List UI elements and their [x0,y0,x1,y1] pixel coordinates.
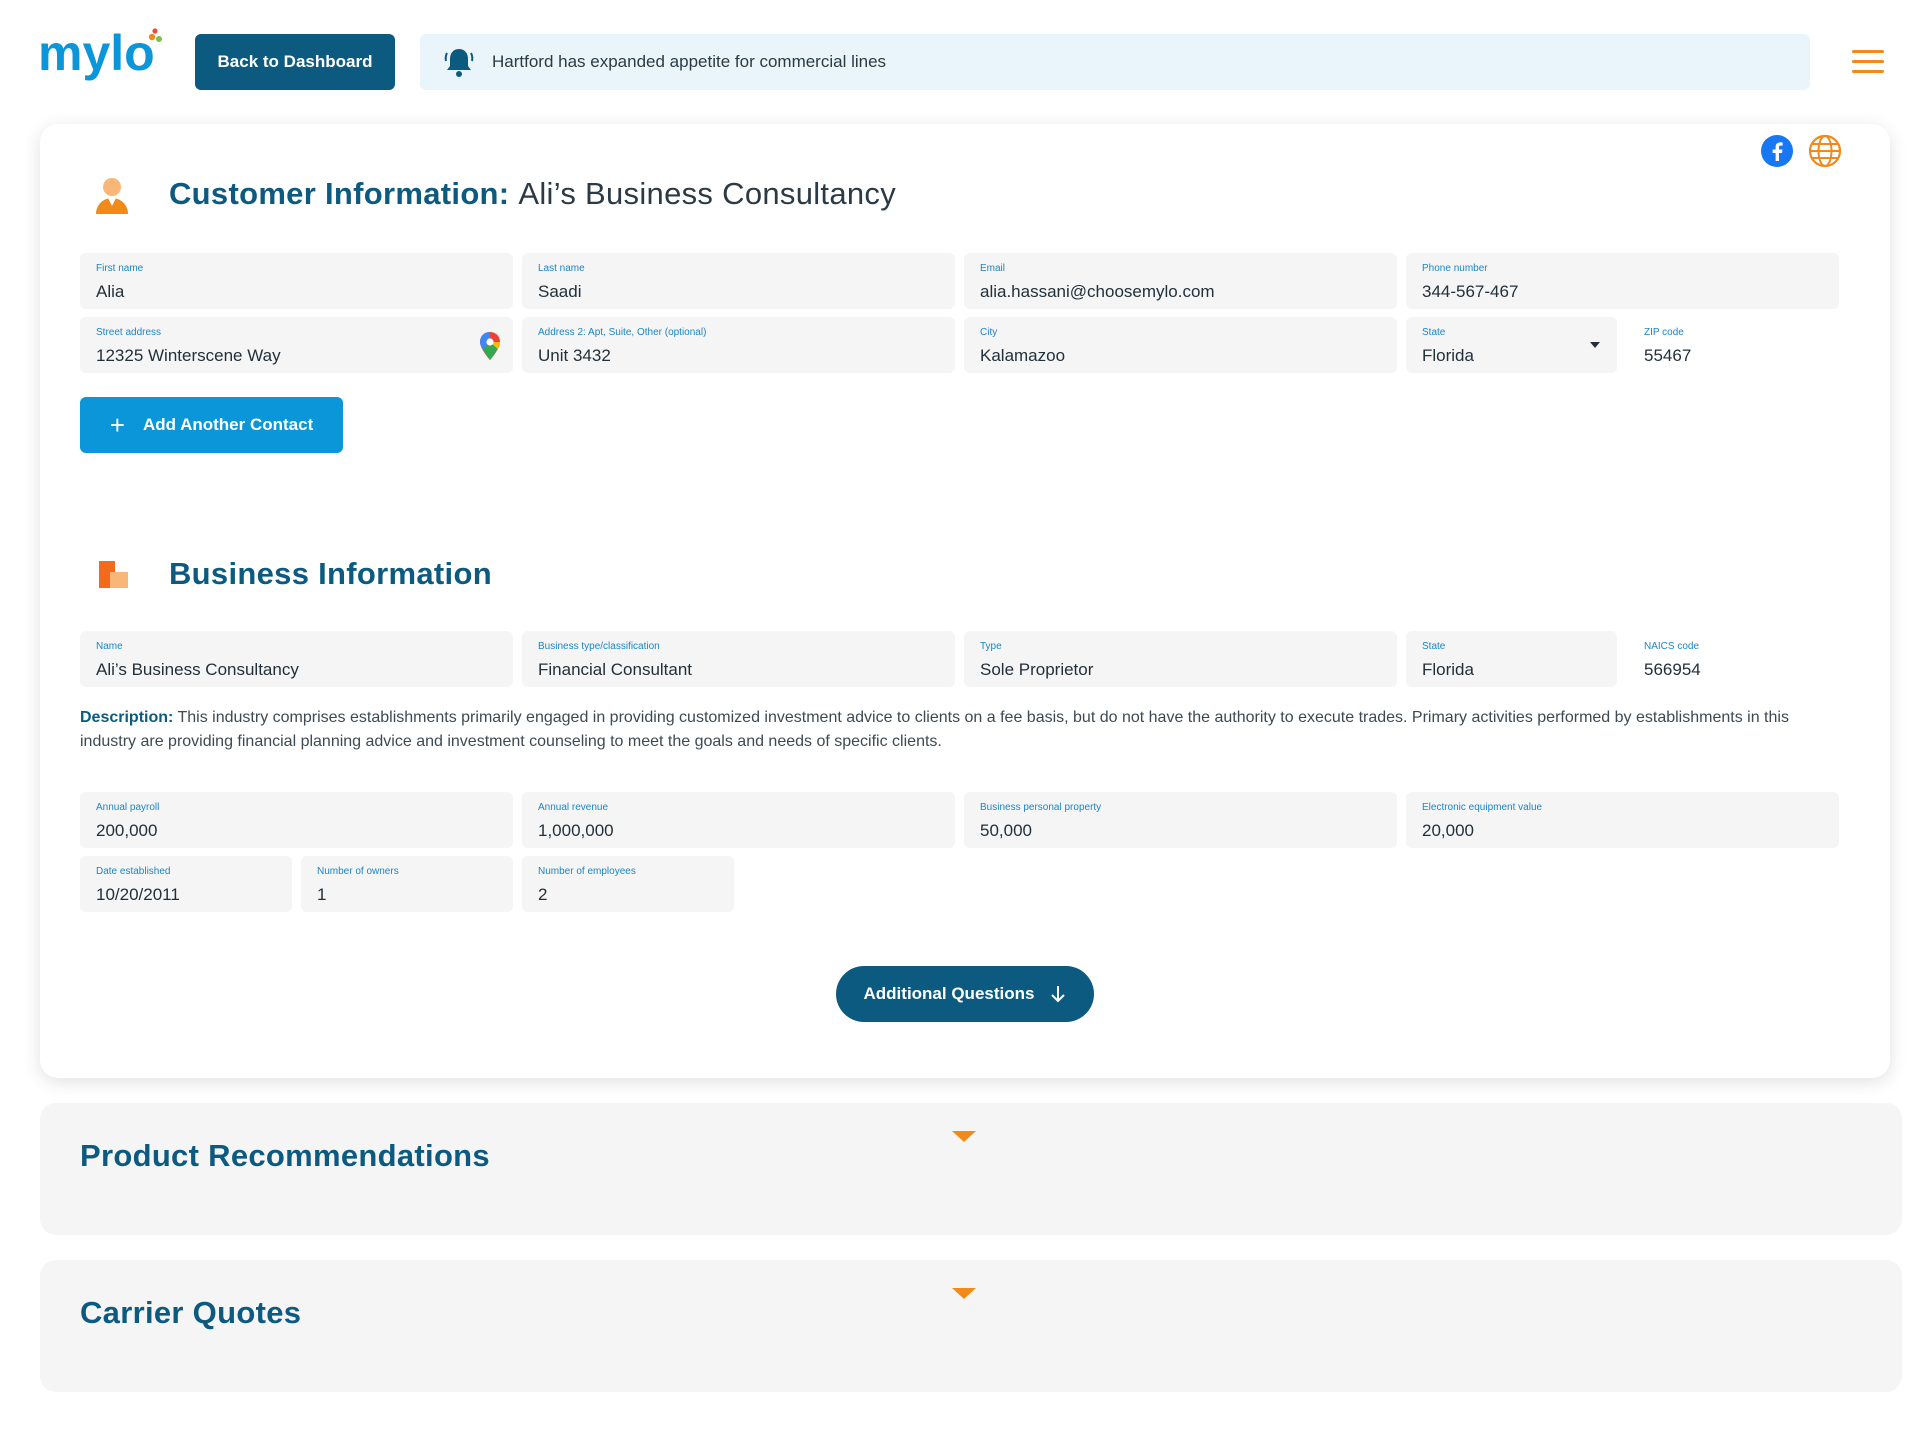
field-label: Email [980,263,1006,274]
electronic-equipment-field[interactable]: Electronic equipment value 20,000 [1406,792,1839,848]
banner-text: Hartford has expanded appetite for comme… [492,52,887,71]
field-label: Phone number [1422,263,1488,274]
field-value: 1 [317,885,327,904]
business-section-title: Business Information [169,556,492,591]
carrier-quotes-panel[interactable] [40,1260,1902,1392]
back-to-dashboard-button[interactable]: Back to Dashboard [195,34,395,90]
field-value: Sole Proprietor [980,660,1094,679]
menu-icon[interactable] [1852,50,1884,74]
field-value: 12325 Winterscene Way [96,346,281,365]
person-icon [96,178,128,214]
field-label: Business personal property [980,802,1102,813]
last-name-field[interactable]: Last name Saadi [522,253,955,309]
customer-title-name: Ali’s Business Consultancy [518,176,897,211]
product-recommendations-title: Product Recommendations [80,1138,490,1173]
caret-down-icon[interactable] [952,1131,976,1142]
annual-payroll-field[interactable]: Annual payroll 200,000 [80,792,513,848]
customer-section-title: Customer Information: Ali’s Business Con… [169,176,896,212]
field-label: Number of employees [538,866,636,877]
street-address-field[interactable]: Street address 12325 Winterscene Way [80,317,513,373]
field-value: 20,000 [1422,821,1474,840]
annual-revenue-field[interactable]: Annual revenue 1,000,000 [522,792,955,848]
field-label: ZIP code [1644,327,1684,338]
field-label: NAICS code [1644,641,1700,652]
phone-number-field[interactable]: Phone number 344-567-467 [1406,253,1839,309]
first-name-field[interactable]: First name Alia [80,253,513,309]
customer-title-label: Customer Information: [169,176,510,211]
logo-text: mylo [38,26,155,81]
description-text: This industry comprises establishments p… [80,709,1789,750]
plus-icon: + [109,410,125,440]
notification-banner: Hartford has expanded appetite for comme… [420,34,1810,90]
field-value: 10/20/2011 [96,885,180,904]
chevron-down-icon[interactable] [1590,342,1600,348]
field-label: Business type/classification [538,641,660,652]
arrow-down-icon [1051,986,1066,1003]
zip-code-field[interactable]: ZIP code 55467 [1628,317,1839,373]
building-icon [99,561,128,588]
field-value: alia.hassani@choosemylo.com [980,282,1215,301]
field-value: 200,000 [96,821,158,840]
caret-down-icon[interactable] [952,1288,976,1299]
field-value: Ali’s Business Consultancy [96,660,299,679]
field-label: Type [980,641,1002,652]
date-established-field[interactable]: Date established 10/20/2011 [80,856,292,912]
field-value: 344-567-467 [1422,282,1519,301]
field-label: Annual revenue [538,802,609,813]
globe-icon[interactable] [1808,134,1842,168]
facebook-icon[interactable] [1760,134,1794,168]
field-value: 2 [538,885,548,904]
field-label: Electronic equipment value [1422,802,1543,813]
field-value: Financial Consultant [538,660,693,679]
business-personal-property-field[interactable]: Business personal property 50,000 [964,792,1397,848]
number-of-owners-field[interactable]: Number of owners 1 [301,856,513,912]
business-name-field[interactable]: Name Ali’s Business Consultancy [80,631,513,687]
field-label: Name [96,641,123,652]
bell-icon [444,49,474,77]
field-label: Address 2: Apt, Suite, Other (optional) [538,327,707,338]
city-field[interactable]: City Kalamazoo [964,317,1397,373]
field-value: Florida [1422,346,1474,365]
business-description: Description: This industry comprises est… [80,706,1840,754]
field-label: Street address [96,327,162,338]
field-value: 55467 [1644,346,1692,365]
field-value: Alia [96,282,125,301]
add-another-contact-button[interactable]: + Add Another Contact [80,397,343,453]
field-label: Last name [538,263,585,274]
field-value: 566954 [1644,660,1701,679]
add-another-contact-label: Add Another Contact [142,415,314,434]
address-2-field[interactable]: Address 2: Apt, Suite, Other (optional) … [522,317,955,373]
field-value: Florida [1422,660,1474,679]
business-type-field[interactable]: Type Sole Proprietor [964,631,1397,687]
description-label: Description: [80,709,174,726]
map-pin-icon[interactable] [478,331,502,361]
mylo-logo[interactable]: mylo [38,25,168,96]
field-value: Unit 3432 [538,346,611,365]
naics-code-field[interactable]: NAICS code 566954 [1628,631,1839,687]
carrier-quotes-title: Carrier Quotes [80,1295,302,1330]
number-of-employees-field[interactable]: Number of employees 2 [522,856,734,912]
field-label: Annual payroll [96,802,160,813]
business-classification-field[interactable]: Business type/classification Financial C… [522,631,955,687]
field-value: Kalamazoo [980,346,1066,365]
business-state-field[interactable]: State Florida [1406,631,1617,687]
additional-questions-label: Additional Questions [863,984,1035,1003]
field-label: City [980,327,998,338]
field-label: Date established [96,866,171,877]
email-field[interactable]: Email alia.hassani@choosemylo.com [964,253,1397,309]
field-label: State [1422,327,1446,338]
additional-questions-button[interactable]: Additional Questions [836,966,1094,1022]
field-value: 50,000 [980,821,1032,840]
state-select[interactable]: State Florida [1406,317,1617,373]
field-label: Number of owners [317,866,399,877]
field-value: 1,000,000 [538,821,614,840]
field-value: Saadi [538,282,582,301]
field-label: State [1422,641,1446,652]
field-label: First name [96,263,144,274]
